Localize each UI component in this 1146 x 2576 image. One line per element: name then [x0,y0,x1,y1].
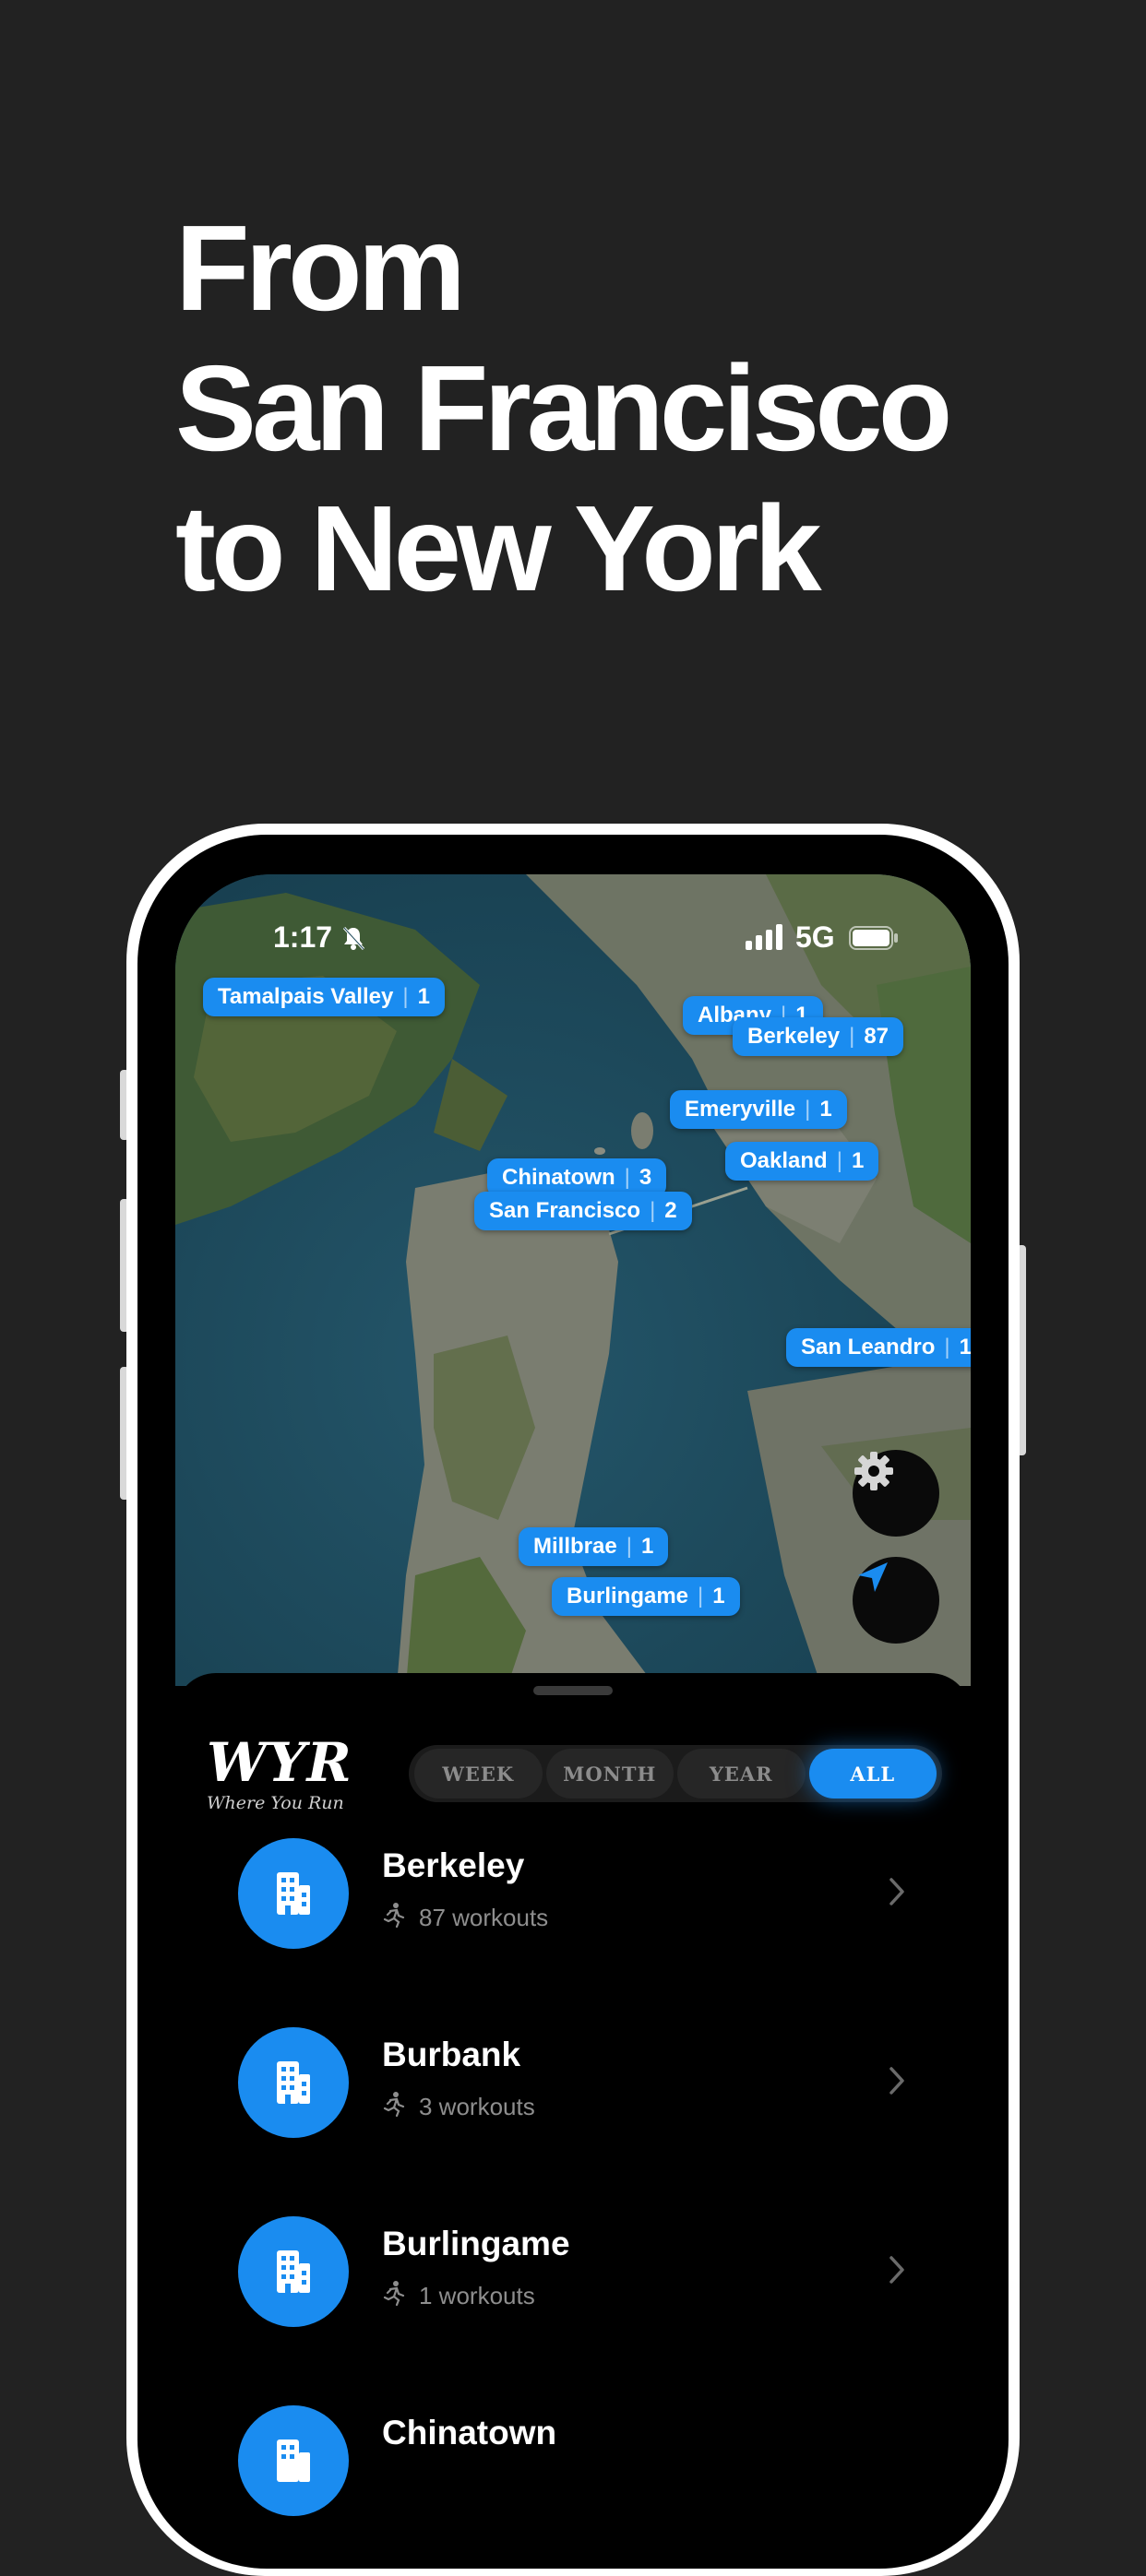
segment-month[interactable]: MONTH [545,1749,674,1798]
map-pin-burlingame[interactable]: Burlingame | 1 [552,1577,740,1616]
list-item[interactable]: Berkeley 87 workouts [175,1834,971,1953]
city-building-icon [238,2216,349,2327]
segment-all[interactable]: ALL [808,1749,937,1798]
city-building-icon [238,2027,349,2138]
pin-name: Berkeley [747,1024,841,1049]
bottom-sheet: WYR Where You Run WEEK MONTH YEAR ALL Be… [175,1673,971,2534]
map-pin-millbrae[interactable]: Millbrae | 1 [519,1527,669,1566]
place-name: Chinatown [382,2414,557,2451]
chevron-right-icon [888,2065,906,2101]
pin-name: Oakland [740,1148,828,1173]
map-pin-emeryville[interactable]: Emeryville | 1 [670,1090,847,1129]
current-location-button[interactable] [853,1557,939,1644]
settings-button[interactable] [853,1450,939,1537]
chevron-right-icon [888,1876,906,1912]
segment-year[interactable]: YEAR [677,1749,806,1798]
sheet-grabber[interactable] [533,1686,613,1695]
phone-screen: 1:17 5G Tamalpais Valley | 1 Albany | 1 Berk… [175,874,971,2534]
pin-name: Chinatown [502,1165,615,1190]
app-logo: WYR Where You Run [207,1734,352,1813]
pin-count: 1 [712,1584,725,1609]
running-figure-icon [382,1902,406,1934]
map-pin-berkeley[interactable]: Berkeley | 87 [733,1017,904,1056]
place-meta: 87 workouts [382,1902,548,1934]
logo-mark: WYR [207,1731,352,1794]
pin-count: 1 [417,984,430,1009]
place-meta: 1 workouts [382,2280,535,2312]
headline-line-2: San Francisco [175,340,952,476]
network-type: 5G [795,920,835,954]
pin-count: 1 [640,1534,654,1559]
logo-tagline: Where You Run [207,1793,344,1813]
pin-count: 2 [664,1198,677,1223]
place-name: Burlingame [382,2225,570,2262]
workout-count: 87 workouts [419,1904,549,1931]
map-pin-san-francisco[interactable]: San Francisco | 2 [474,1192,692,1230]
map-pin-san-leandro[interactable]: San Leandro | 1 [786,1328,971,1367]
pin-count: 87 [864,1024,889,1049]
status-bar: 1:17 5G [175,920,971,957]
headline: From San Francisco to New York [175,198,952,619]
city-building-icon [238,2405,349,2516]
segment-week[interactable]: WEEK [414,1749,543,1798]
pin-count: 1 [851,1148,865,1173]
chevron-right-icon [888,2254,906,2290]
pin-name: Tamalpais Valley [218,984,394,1009]
workout-count: 3 workouts [419,2093,535,2120]
headline-line-1: From [175,200,466,336]
map-pin-oakland[interactable]: Oakland | 1 [725,1142,879,1181]
pin-count: 1 [959,1335,971,1359]
list-item[interactable]: Burbank 3 workouts [175,2023,971,2143]
city-building-icon [238,1838,349,1949]
pin-count: 1 [819,1097,832,1122]
list-item[interactable]: Burlingame 1 workouts [175,2212,971,2332]
pin-count: 3 [639,1165,652,1190]
status-time: 1:17 [273,920,333,954]
pin-name: Burlingame [567,1584,689,1609]
workout-count: 1 workouts [419,2282,535,2309]
headline-line-3: to New York [175,481,822,616]
pin-name: San Leandro [801,1335,936,1359]
place-name: Burbank [382,2036,521,2073]
place-meta: 3 workouts [382,2091,535,2123]
running-figure-icon [382,2091,406,2123]
pin-name: San Francisco [489,1198,641,1223]
running-figure-icon [382,2280,406,2312]
pin-name: Emeryville [685,1097,796,1122]
place-name: Berkeley [382,1846,525,1884]
list-item[interactable]: Chinatown [175,2401,971,2521]
pin-name: Millbrae [533,1534,617,1559]
map-pin-tamalpais-valley[interactable]: Tamalpais Valley | 1 [203,978,445,1016]
satellite-map[interactable]: 1:17 5G Tamalpais Valley | 1 Albany | 1 Berk… [175,874,971,1686]
period-segmented-control: WEEK MONTH YEAR ALL [409,1745,942,1802]
